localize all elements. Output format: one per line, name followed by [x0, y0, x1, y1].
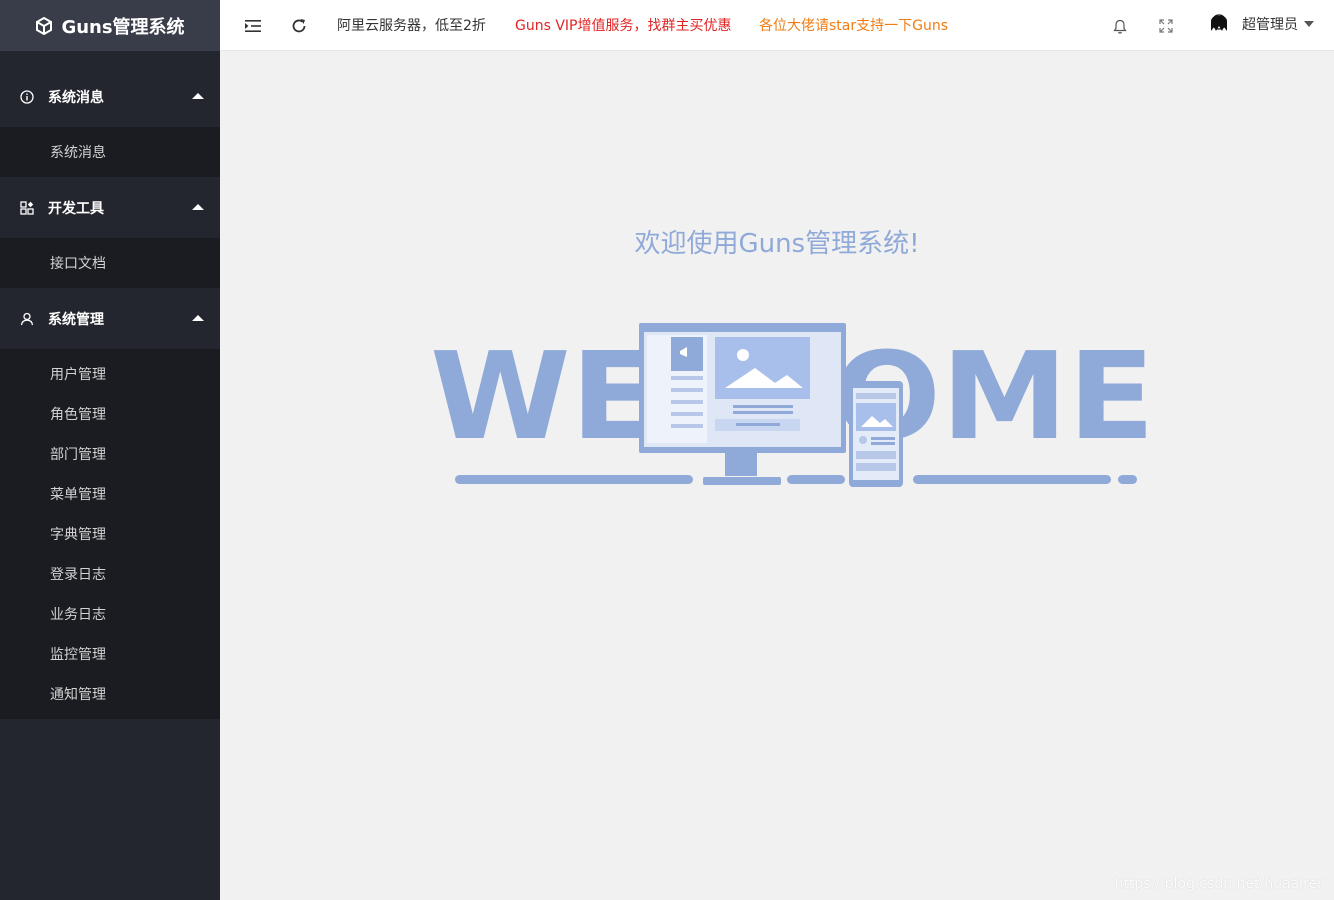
watermark-text: https://blog.csdn.net/huaairen: [1114, 876, 1326, 892]
submenu-dev-tools: 接口文档: [0, 238, 220, 288]
info-icon: [20, 89, 34, 104]
menu-group-label: 系统管理: [48, 311, 104, 328]
welcome-illustration: WELCOME: [425, 321, 1155, 491]
caret-down-icon: [1304, 21, 1314, 27]
link-aliyun-promo[interactable]: 阿里云服务器，低至2折: [337, 17, 486, 35]
menu-group-system-messages[interactable]: 系统消息: [0, 66, 220, 127]
apps-icon: [20, 200, 34, 215]
menu-fold-icon[interactable]: [244, 17, 262, 35]
caret-up-icon: [192, 315, 204, 321]
welcome-title: 欢迎使用Guns管理系统!: [634, 229, 920, 259]
menu-group-system-management[interactable]: 系统管理: [0, 288, 220, 349]
avatar: [1206, 11, 1232, 37]
top-header: 阿里云服务器，低至2折 Guns VIP增值服务，找群主买优惠 各位大佬请sta…: [220, 0, 1334, 51]
sidebar-item-business-logs[interactable]: 业务日志: [0, 594, 220, 634]
link-guns-vip[interactable]: Guns VIP增值服务，找群主买优惠: [515, 17, 732, 35]
sidebar-item-menus[interactable]: 菜单管理: [0, 474, 220, 514]
sidebar-item-departments[interactable]: 部门管理: [0, 434, 220, 474]
caret-up-icon: [192, 93, 204, 99]
link-star-guns[interactable]: 各位大佬请star支持一下Guns: [759, 17, 948, 35]
refresh-icon[interactable]: [290, 17, 308, 35]
sidebar-menu: 系统消息 系统消息 开发工具 接口文档 系统管理 用户管理 角色管理 部门管理 …: [0, 66, 220, 719]
bell-icon[interactable]: [1111, 17, 1129, 35]
sidebar-item-system-messages[interactable]: 系统消息: [0, 132, 220, 172]
menu-group-label: 系统消息: [48, 89, 104, 106]
sidebar-item-users[interactable]: 用户管理: [0, 354, 220, 394]
caret-up-icon: [192, 204, 204, 210]
submenu-system-messages: 系统消息: [0, 127, 220, 177]
app-title: Guns管理系统: [61, 16, 185, 38]
main-content: 欢迎使用Guns管理系统! WELCOME: [220, 51, 1334, 900]
menu-group-label: 开发工具: [48, 200, 104, 217]
sidebar-item-dictionary[interactable]: 字典管理: [0, 514, 220, 554]
sidebar-item-roles[interactable]: 角色管理: [0, 394, 220, 434]
fullscreen-icon[interactable]: [1157, 17, 1175, 35]
sidebar-item-login-logs[interactable]: 登录日志: [0, 554, 220, 594]
cube-icon: [35, 16, 53, 35]
sidebar-item-notifications[interactable]: 通知管理: [0, 674, 220, 714]
user-menu[interactable]: 超管理员: [1206, 11, 1314, 37]
submenu-system-management: 用户管理 角色管理 部门管理 菜单管理 字典管理 登录日志 业务日志 监控管理 …: [0, 349, 220, 719]
sidebar: Guns管理系统 系统消息 系统消息 开发工具 接口文档 系统管理 用户管理 角…: [0, 0, 220, 900]
user-name: 超管理员: [1242, 17, 1298, 33]
user-icon: [20, 312, 34, 326]
sidebar-item-api-docs[interactable]: 接口文档: [0, 243, 220, 283]
sidebar-item-monitoring[interactable]: 监控管理: [0, 634, 220, 674]
app-logo[interactable]: Guns管理系统: [0, 0, 220, 51]
menu-group-dev-tools[interactable]: 开发工具: [0, 177, 220, 238]
